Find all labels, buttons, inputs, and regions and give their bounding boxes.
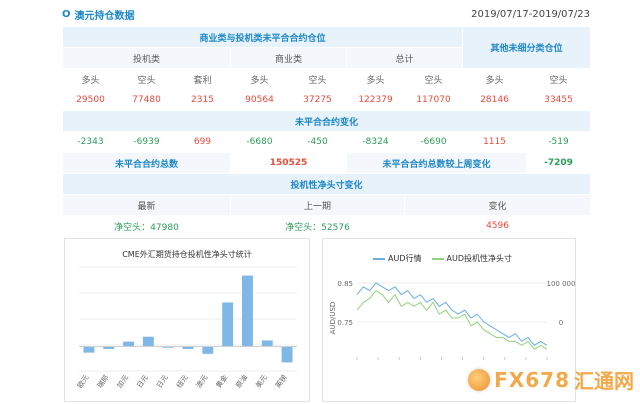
col-label: 空头 bbox=[288, 68, 347, 90]
y-right-tick: 100 000 bbox=[547, 280, 575, 288]
watermark-text: FX678 bbox=[494, 367, 570, 392]
bar-chart: 欧元 瑞郎 加元 日元 日元 纽元 澳元 黄金 原油 美元 英镑 bbox=[75, 266, 297, 390]
x-tick-label: 黄金 bbox=[214, 373, 229, 390]
net-label-latest: 最新 bbox=[62, 194, 231, 216]
bar bbox=[281, 346, 293, 363]
weekly-change-label: 未平合合约总数较上周变化 bbox=[345, 152, 528, 174]
x-tick-label: 澳元 bbox=[194, 373, 209, 390]
legend-swatch bbox=[373, 257, 385, 260]
value-cell: 90564 bbox=[230, 89, 289, 111]
bar bbox=[261, 340, 273, 347]
open-total-value: 150525 bbox=[230, 152, 347, 174]
series-line bbox=[356, 282, 548, 346]
section3-title: 投机性净头寸变化 bbox=[61, 173, 592, 195]
fx678-watermark: FX678 汇通网 bbox=[468, 365, 634, 394]
bar bbox=[222, 302, 234, 347]
value-cell: 29500 bbox=[62, 89, 119, 111]
change-cell: -2343 bbox=[62, 131, 119, 153]
change-cell: -6690 bbox=[403, 131, 464, 153]
group-speculative: 投机类 bbox=[62, 47, 231, 69]
change-cell: 1115 bbox=[462, 131, 528, 153]
x-tick-label: 纽元 bbox=[174, 373, 189, 390]
value-cell: 28146 bbox=[462, 89, 528, 111]
change-cell: -519 bbox=[526, 131, 592, 153]
value-cell: 2315 bbox=[174, 89, 231, 111]
section1-title: 商业类与投机类未平合合约仓位 bbox=[61, 26, 464, 48]
value-cell: 37275 bbox=[288, 89, 347, 111]
group-total: 总计 bbox=[345, 47, 464, 69]
x-tick-label: 原油 bbox=[234, 373, 249, 390]
net-label-previous: 上一期 bbox=[230, 194, 405, 216]
bar bbox=[123, 341, 134, 347]
change-cell: -450 bbox=[288, 131, 347, 153]
bar bbox=[142, 336, 154, 347]
series-line bbox=[356, 290, 548, 350]
legend-label: AUD行情 bbox=[388, 254, 422, 263]
x-tick-label: 加元 bbox=[115, 373, 130, 390]
change-cell: -8324 bbox=[346, 131, 405, 153]
open-total-label: 未平合合约总数 bbox=[62, 152, 231, 174]
net-latest-value: 净空头：47980 bbox=[62, 215, 231, 237]
y-left-tick: 0.85 bbox=[337, 280, 353, 288]
change-cell: -6939 bbox=[118, 131, 175, 153]
page-header: O 澳元持仓数据 2019/07/17-2019/07/23 bbox=[62, 4, 590, 24]
legend-swatch bbox=[431, 257, 444, 260]
weekly-change-value: -7209 bbox=[526, 152, 592, 174]
legend-label: AUD投机性净头寸 bbox=[446, 254, 513, 263]
net-label-change: 变化 bbox=[403, 194, 592, 216]
legend-item-aud-net: AUD投机性净头寸 bbox=[431, 253, 513, 264]
line-legend: AUD行情 AUD投机性净头寸 bbox=[373, 253, 512, 264]
circle-icon: O bbox=[62, 8, 71, 20]
group-commercial: 商业类 bbox=[230, 47, 347, 69]
net-previous-value: 净空头：52576 bbox=[230, 215, 405, 237]
date-range: 2019/07/17-2019/07/23 bbox=[471, 8, 590, 20]
x-tick-label: 欧元 bbox=[75, 373, 90, 390]
x-tick-label: 英镑 bbox=[273, 373, 288, 390]
col-label: 空头 bbox=[403, 68, 464, 90]
x-tick-label: 美元 bbox=[254, 373, 269, 390]
bar bbox=[202, 346, 214, 354]
value-cell: 117070 bbox=[403, 89, 464, 111]
positions-table: 商业类与投机类未平合合约仓位 其他未细分类仓位 投机类 商业类 总计 多头 空头… bbox=[61, 26, 592, 237]
x-tick-label: 瑞郎 bbox=[95, 373, 110, 390]
y-axis-label: AUD/USD bbox=[329, 302, 337, 335]
x-tick-label: 日元 bbox=[155, 374, 170, 390]
col-label: 空头 bbox=[526, 68, 592, 90]
watermark-text2: 汇通网 bbox=[574, 369, 634, 393]
bar-chart-panel: CME外汇期货持仓投机性净头寸统计 欧元 瑞郎 加元 日元 日元 纽元 澳元 黄金 原油 美元 英镑 bbox=[64, 238, 310, 402]
title-wrap: O 澳元持仓数据 bbox=[62, 7, 135, 22]
col-label: 多头 bbox=[62, 68, 119, 90]
value-cell: 122379 bbox=[346, 89, 405, 111]
change-cell: -6680 bbox=[230, 131, 289, 153]
legend-item-aud-price: AUD行情 bbox=[373, 253, 422, 264]
col-label: 多头 bbox=[462, 68, 528, 90]
bar bbox=[83, 346, 95, 353]
change-cell: 699 bbox=[174, 131, 231, 153]
col-label: 空头 bbox=[118, 68, 175, 90]
value-cell: 33455 bbox=[526, 89, 592, 111]
logo-icon bbox=[468, 368, 491, 391]
col-label: 多头 bbox=[230, 68, 289, 90]
x-tick-label: 日元 bbox=[135, 374, 150, 390]
col-label: 套利 bbox=[174, 68, 231, 90]
col-label: 多头 bbox=[346, 68, 405, 90]
bar-chart-title: CME外汇期货持仓投机性净头寸统计 bbox=[122, 250, 252, 259]
section2-title: 未平合合约变化 bbox=[61, 110, 592, 132]
bar bbox=[242, 275, 253, 347]
net-change-value: 4596 bbox=[403, 215, 592, 237]
y-left-tick: 0.75 bbox=[337, 319, 353, 327]
page-title: 澳元持仓数据 bbox=[74, 10, 135, 22]
other-title: 其他未细分类仓位 bbox=[462, 26, 592, 69]
y-right-tick: 0 bbox=[559, 319, 563, 327]
value-cell: 77480 bbox=[118, 89, 175, 111]
